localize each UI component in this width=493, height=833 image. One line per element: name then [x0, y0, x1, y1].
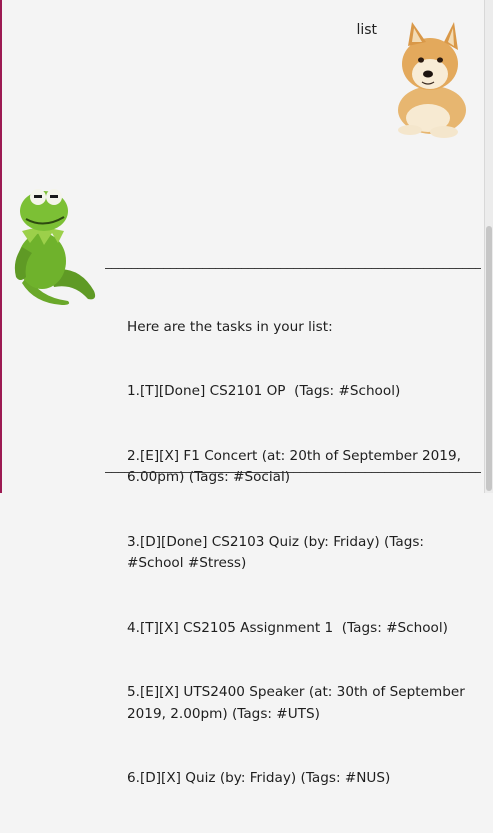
message-divider-bottom: ________________________________________… — [105, 458, 481, 474]
task-item: 4.[T][X] CS2105 Assignment 1 (Tags: #Sch… — [127, 619, 448, 636]
bot-avatar-kermit — [14, 189, 96, 305]
user-avatar-doge — [398, 22, 466, 138]
vertical-scrollbar[interactable] — [484, 0, 493, 493]
bot-message: ________________________________________… — [105, 209, 481, 833]
task-item: 6.[D][X] Quiz (by: Friday) (Tags: #NUS) — [127, 770, 391, 786]
task-item: 3.[D][Done] CS2103 Quiz (by: Friday) (Ta… — [127, 533, 429, 572]
task-item: 5.[E][X] UTS2400 Speaker (at: 30th of Se… — [127, 684, 470, 722]
chat-scroll-pane[interactable]: list ___________________________________… — [2, 0, 485, 786]
scrollbar-thumb[interactable] — [486, 226, 492, 491]
message-divider-top: ________________________________________… — [105, 254, 481, 270]
user-message-text: list — [356, 22, 377, 38]
task-list-header: Here are the tasks in your list: — [127, 318, 333, 335]
task-item: 1.[T][Done] CS2101 OP (Tags: #School) — [127, 383, 401, 399]
